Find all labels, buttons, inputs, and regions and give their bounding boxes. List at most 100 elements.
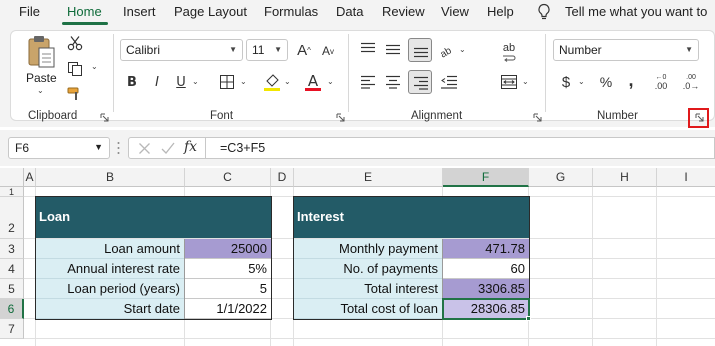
font-size-combo[interactable]: 11 ▼ — [246, 39, 288, 61]
name-box-value: F6 — [15, 141, 30, 155]
orientation-dropdown-icon[interactable]: ⌄ — [459, 45, 466, 54]
col-header-c[interactable]: C — [185, 168, 271, 187]
row-header-1[interactable]: 1 — [0, 187, 24, 197]
row-header-3[interactable]: 3 — [0, 239, 24, 259]
paste-dropdown-icon[interactable]: ⌄ — [37, 86, 44, 95]
menu-help[interactable]: Help — [487, 4, 514, 19]
align-left-icon[interactable] — [360, 75, 376, 89]
menu-bar: File Home Insert Page Layout Formulas Da… — [0, 0, 715, 26]
percent-icon[interactable]: % — [598, 73, 614, 91]
comma-style-icon[interactable]: , — [626, 70, 636, 90]
name-box[interactable]: F6 ▼ — [8, 137, 110, 159]
row-header-2[interactable]: 2 — [0, 197, 24, 239]
menu-view[interactable]: View — [441, 4, 469, 19]
gridline — [592, 187, 593, 346]
orientation-icon[interactable]: ab — [438, 42, 456, 58]
align-center-icon[interactable] — [385, 75, 401, 89]
menu-formulas[interactable]: Formulas — [264, 4, 318, 19]
borders-icon[interactable] — [219, 74, 235, 90]
menu-data[interactable]: Data — [336, 4, 363, 19]
font-name-dropdown-icon[interactable]: ▼ — [229, 45, 237, 54]
menu-page-layout[interactable]: Page Layout — [174, 4, 247, 19]
borders-dropdown-icon[interactable]: ⌄ — [240, 77, 247, 86]
col-header-i[interactable]: I — [657, 168, 715, 187]
wrap-text-icon[interactable]: ab — [500, 40, 518, 56]
wrap-arrow-icon — [503, 55, 516, 62]
select-all-corner[interactable] — [0, 168, 24, 187]
font-size-value: 11 — [252, 43, 265, 57]
font-dialog-launcher-icon[interactable] — [336, 113, 345, 122]
copy-icon[interactable] — [67, 61, 83, 77]
merge-center-icon[interactable] — [500, 74, 518, 90]
col-header-a[interactable]: A — [24, 168, 36, 187]
bottom-align-icon — [414, 47, 428, 58]
menu-insert[interactable]: Insert — [123, 4, 156, 19]
copy-dropdown-icon[interactable]: ⌄ — [91, 62, 98, 71]
group-separator — [348, 34, 349, 112]
format-painter-icon[interactable] — [67, 86, 83, 102]
active-tab-indicator — [62, 22, 108, 25]
number-dialog-launcher-highlight — [688, 108, 709, 128]
row-header-7[interactable]: 7 — [0, 319, 24, 339]
number-format-combo[interactable]: Number ▼ — [553, 39, 699, 61]
col-header-d[interactable]: D — [271, 168, 294, 187]
decrease-decimal-icon[interactable]: .00.0→ — [680, 73, 702, 91]
menu-file[interactable]: File — [19, 4, 40, 19]
active-cell-selection[interactable] — [442, 298, 530, 320]
col-header-h[interactable]: H — [593, 168, 657, 187]
gridline — [24, 338, 715, 339]
col-header-g[interactable]: G — [529, 168, 593, 187]
enter-icon[interactable] — [161, 142, 175, 155]
cancel-icon[interactable] — [138, 142, 151, 155]
underline-dropdown-icon[interactable]: ⌄ — [192, 77, 199, 86]
row-header-6[interactable]: 6 — [0, 299, 24, 319]
font-color-icon[interactable]: A — [305, 72, 321, 90]
menu-home[interactable]: Home — [67, 4, 102, 19]
font-name-value: Calibri — [126, 43, 161, 57]
currency-dropdown-icon[interactable]: ⌄ — [578, 77, 585, 86]
font-name-combo[interactable]: Calibri ▼ — [120, 39, 243, 61]
formula-bar-grip-icon[interactable] — [117, 141, 120, 155]
fill-handle[interactable] — [526, 316, 531, 321]
tell-me-search[interactable]: Tell me what you want to — [565, 4, 707, 19]
shrink-font-icon[interactable]: Av — [320, 42, 336, 60]
fill-color-icon[interactable] — [263, 72, 281, 92]
svg-text:ab: ab — [438, 45, 454, 58]
number-format-dropdown-icon[interactable]: ▼ — [685, 45, 693, 54]
increase-decimal-icon[interactable]: ←0.00 — [650, 73, 672, 91]
underline-button[interactable]: U — [174, 73, 188, 91]
bold-button[interactable]: B — [125, 73, 139, 91]
align-right-button[interactable] — [408, 70, 432, 94]
alignment-dialog-launcher-icon[interactable] — [533, 113, 542, 122]
menu-review[interactable]: Review — [382, 4, 425, 19]
indent-icon[interactable] — [440, 75, 458, 89]
clipboard-dialog-launcher-icon[interactable] — [100, 113, 109, 122]
merge-dropdown-icon[interactable]: ⌄ — [522, 77, 529, 86]
cut-icon[interactable] — [67, 35, 83, 51]
grow-font-icon[interactable]: A ^ — [296, 40, 312, 60]
lightbulb-icon — [538, 3, 550, 20]
formula-input[interactable]: =C3+F5 — [206, 137, 715, 159]
col-header-e[interactable]: E — [294, 168, 443, 187]
italic-button[interactable]: I — [150, 73, 164, 91]
number-group-label: Number — [597, 110, 638, 122]
middle-align-icon[interactable] — [385, 42, 401, 56]
top-align-icon[interactable] — [360, 42, 376, 56]
currency-icon[interactable]: $ — [560, 73, 572, 91]
col-header-b[interactable]: B — [36, 168, 185, 187]
name-box-dropdown-icon[interactable]: ▼ — [94, 142, 103, 152]
font-size-dropdown-icon[interactable]: ▼ — [274, 45, 282, 54]
col-header-f[interactable]: F — [443, 168, 529, 187]
formula-buttons: fx — [128, 137, 206, 159]
paste-icon[interactable] — [26, 34, 58, 70]
loan-table-divider — [184, 239, 185, 319]
insert-function-icon[interactable]: fx — [184, 139, 197, 155]
font-color-dropdown-icon[interactable]: ⌄ — [327, 77, 334, 86]
paste-label[interactable]: Paste — [26, 71, 57, 85]
row-header-5[interactable]: 5 — [0, 279, 24, 299]
gridline — [656, 187, 657, 346]
bottom-align-button[interactable] — [408, 38, 432, 62]
loan-table-border — [35, 196, 272, 320]
row-header-4[interactable]: 4 — [0, 259, 24, 279]
fill-color-dropdown-icon[interactable]: ⌄ — [284, 77, 291, 86]
